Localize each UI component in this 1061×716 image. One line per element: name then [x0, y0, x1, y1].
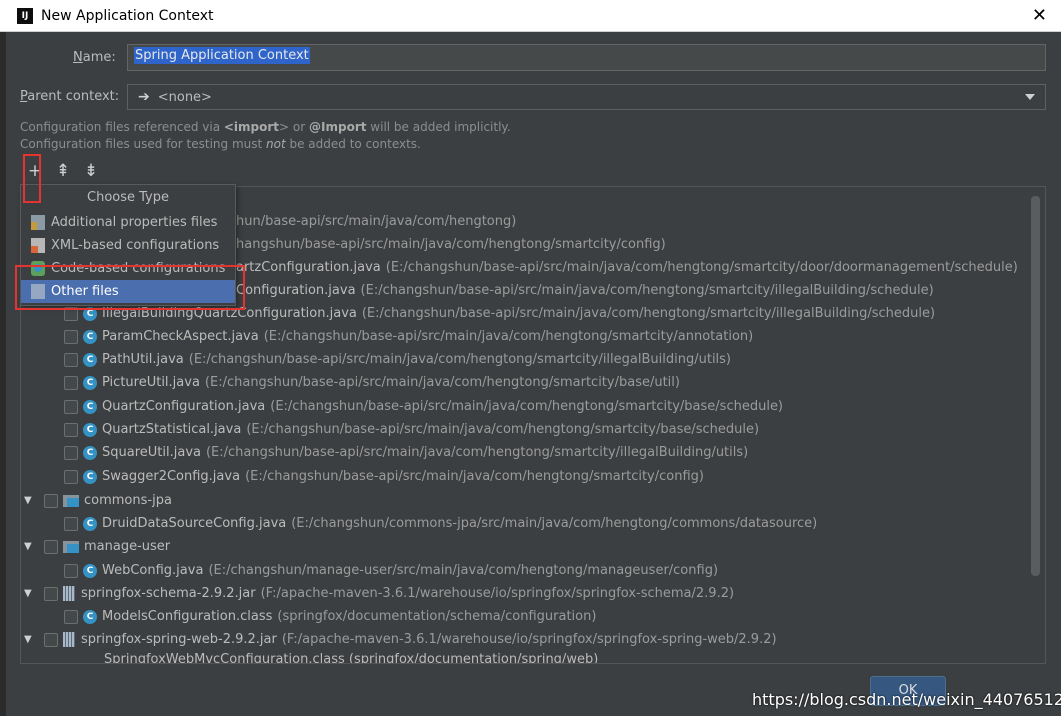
close-icon[interactable]: ✕	[1032, 5, 1047, 26]
file-checkbox[interactable]	[64, 609, 78, 624]
file-checkbox[interactable]	[64, 352, 78, 367]
popup-item-xml[interactable]: XML-based configurations	[21, 234, 235, 257]
java-class-icon: C	[83, 352, 97, 367]
expand-all-icon[interactable]: ⇞	[53, 160, 73, 182]
tree-jar-row[interactable]: ▼ springfox-schema-2.9.2.jar (F:/apache-ma…	[24, 582, 734, 605]
tree-row-partial[interactable]: hun/base-api/src/main/java/com/hengtong)	[236, 210, 516, 233]
window-titlebar: IJ New Application Context ✕	[0, 0, 1061, 32]
popup-title: Choose Type	[87, 190, 169, 205]
expand-triangle-icon[interactable]: ▼	[24, 588, 36, 599]
tree-file-row[interactable]: C SquareUtil.java (E:/changshun/base-api/s…	[64, 441, 748, 464]
tree-module-row[interactable]: ▼ manage-user	[24, 535, 170, 558]
java-class-icon: C	[83, 329, 97, 344]
java-class-icon: C	[83, 516, 97, 531]
tree-file-row[interactable]: C Swagger2Config.java (E:/changshun/base-a…	[64, 465, 704, 488]
file-checkbox[interactable]	[64, 422, 78, 437]
tree-file-row[interactable]: C ModelsConfiguration.class (springfox/doc…	[64, 605, 596, 628]
file-checkbox[interactable]	[64, 516, 78, 531]
tree-scrollbar[interactable]	[1031, 196, 1040, 576]
jar-icon	[63, 632, 75, 647]
java-class-icon: C	[83, 563, 97, 578]
tree-file-row[interactable]: C PictureUtil.java (E:/changshun/base-api/…	[64, 371, 680, 394]
window-left-edge	[0, 32, 6, 716]
file-checkbox[interactable]	[64, 445, 78, 460]
expand-triangle-icon[interactable]: ▼	[24, 495, 36, 506]
name-input-value: Spring Application Context	[134, 47, 310, 64]
jar-checkbox[interactable]	[44, 632, 58, 647]
name-label: Name:	[73, 50, 116, 65]
module-checkbox[interactable]	[44, 493, 58, 508]
info-line-imports: Configuration files referenced via <impo…	[20, 120, 511, 134]
parent-context-label: Parent context:	[20, 89, 120, 104]
highlight-add-button	[23, 154, 41, 203]
watermark-text: https://blog.csdn.net/weixin_44076512	[752, 690, 1061, 709]
chevron-down-icon[interactable]	[1025, 94, 1035, 100]
java-class-icon: C	[83, 422, 97, 437]
module-folder-icon	[63, 540, 79, 553]
tree-module-row[interactable]: ▼ commons-jpa	[24, 489, 172, 512]
parent-context-value: <none>	[157, 89, 212, 105]
tree-row-partial[interactable]: artzConfiguration.java (E:/changshun/base…	[236, 256, 1018, 279]
xml-file-icon	[31, 238, 45, 253]
file-checkbox[interactable]	[64, 375, 78, 390]
tree-file-row-cut[interactable]: SpringfoxWebMvcConfiguration.class (spri…	[104, 652, 598, 663]
parent-context-select[interactable]: ➔ <none>	[127, 84, 1046, 110]
jar-icon	[63, 586, 75, 601]
info-line-testing: Configuration files used for testing mus…	[20, 137, 421, 151]
name-input[interactable]: Spring Application Context	[127, 44, 1046, 71]
java-class-icon: C	[83, 609, 97, 624]
collapse-all-icon[interactable]: ⇟	[81, 160, 101, 182]
jar-checkbox[interactable]	[44, 586, 58, 601]
file-checkbox[interactable]	[64, 469, 78, 484]
tree-file-row[interactable]: C QuartzConfiguration.java (E:/changshun/b…	[64, 395, 783, 418]
java-class-icon: C	[83, 445, 97, 460]
arrow-right-icon: ➔	[138, 89, 150, 105]
expand-triangle-icon[interactable]: ▼	[24, 634, 36, 645]
file-checkbox[interactable]	[64, 563, 78, 578]
tree-jar-row[interactable]: ▼ springfox-spring-web-2.9.2.jar (F:/apach…	[24, 628, 777, 651]
files-toolbar: + ⇞ ⇟	[20, 158, 1046, 186]
module-folder-icon	[63, 494, 79, 507]
tree-file-row[interactable]: C ParamCheckAspect.java (E:/changshun/base…	[64, 325, 753, 348]
tree-file-row[interactable]: C PathUtil.java (E:/changshun/base-api/src…	[64, 348, 731, 371]
module-checkbox[interactable]	[44, 539, 58, 554]
intellij-app-icon: IJ	[17, 7, 33, 24]
window-title: New Application Context	[41, 7, 214, 24]
java-class-icon: C	[83, 399, 97, 414]
file-checkbox[interactable]	[64, 399, 78, 414]
properties-file-icon	[31, 215, 45, 230]
tree-file-row[interactable]: C DruidDataSourceConfig.java (E:/changshun…	[64, 512, 817, 535]
java-class-icon: C	[83, 375, 97, 390]
highlight-other-files	[15, 265, 245, 310]
java-class-icon: C	[83, 469, 97, 484]
tree-row-partial[interactable]: Configuration.java (E:/changshun/base-api…	[236, 279, 934, 302]
file-checkbox[interactable]	[64, 329, 78, 344]
tree-row-partial[interactable]: hangshun/base-api/src/main/java/com/heng…	[236, 233, 666, 256]
popup-item-properties[interactable]: Additional properties files	[21, 211, 235, 234]
expand-triangle-icon[interactable]: ▼	[24, 541, 36, 552]
tree-file-row[interactable]: C QuartzStatistical.java (E:/changshun/bas…	[64, 418, 759, 441]
tree-file-row[interactable]: C WebConfig.java (E:/changshun/manage-user…	[64, 559, 718, 582]
